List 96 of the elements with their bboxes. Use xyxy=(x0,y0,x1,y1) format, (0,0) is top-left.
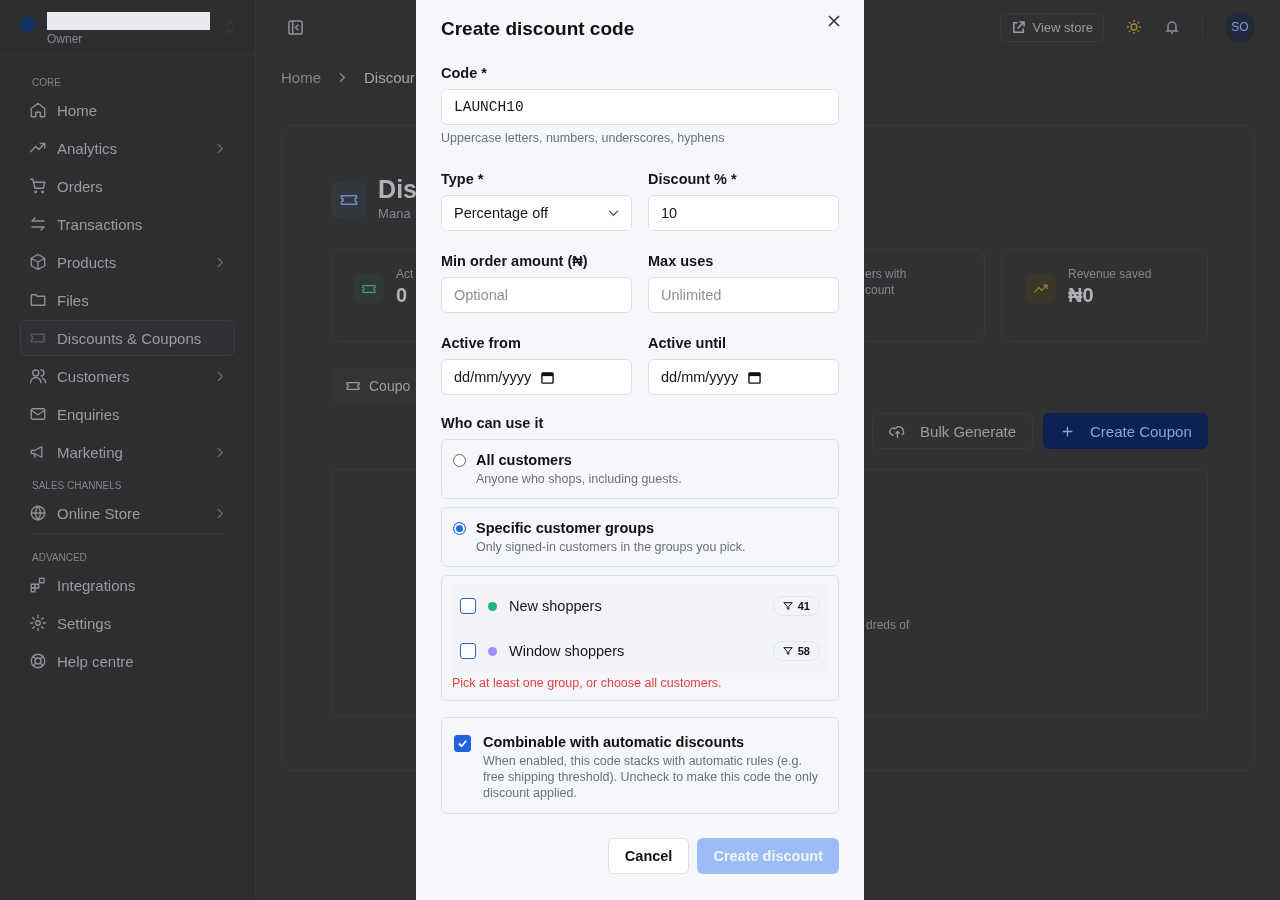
option-description: When enabled, this code stacks with automatic rules (e.g. free shipping threshold). Uncheck to make this code the only discount applied. xyxy=(483,753,819,801)
sidebar-item[interactable]: Settings xyxy=(20,605,235,641)
chevron-right-icon xyxy=(339,72,346,83)
code-field[interactable]: LAUNCH10 xyxy=(441,89,839,125)
store-role: Owner xyxy=(47,32,84,46)
gear-icon xyxy=(29,614,47,632)
bulk-generate-button[interactable]: Bulk Generate xyxy=(872,413,1033,449)
sidebar-item[interactable]: Orders xyxy=(20,168,235,204)
sidebar-item[interactable]: Help centre xyxy=(20,643,235,679)
sidebar-item[interactable]: Discounts & Coupons xyxy=(20,320,235,356)
stat-label: Revenue saved xyxy=(1068,266,1152,282)
breadcrumb-link[interactable]: Home xyxy=(281,69,321,86)
stat-label: count xyxy=(865,282,896,298)
option-title: Combinable with automatic discounts xyxy=(483,734,746,750)
type-select[interactable]: Percentage off xyxy=(441,195,632,231)
close-icon[interactable] xyxy=(828,14,840,27)
field-label: Max uses xyxy=(648,253,715,269)
sidebar-item[interactable]: Customers xyxy=(20,358,235,394)
calendar-icon xyxy=(748,370,762,384)
radio-button[interactable] xyxy=(453,454,466,467)
date-field[interactable]: dd/mm/yyyy xyxy=(441,359,632,395)
group-name: Window shoppers xyxy=(509,643,626,659)
sidebar-item[interactable]: Home xyxy=(20,92,235,128)
puzzle-icon xyxy=(29,576,47,594)
logo-icon xyxy=(20,16,35,32)
checkbox[interactable] xyxy=(460,598,476,614)
sidebar-item[interactable]: Files xyxy=(20,282,235,318)
dialog-title: Create discount code xyxy=(441,17,635,40)
calendar-icon xyxy=(541,370,555,384)
group-name: New shoppers xyxy=(509,598,603,614)
sidebar-item[interactable]: Marketing xyxy=(20,434,235,470)
field-label: Min order amount (₦) xyxy=(441,253,589,269)
external-link-icon xyxy=(1010,19,1026,35)
plus-icon xyxy=(1061,424,1074,438)
empty-state-text: dreds of xyxy=(866,618,911,634)
date-field[interactable]: dd/mm/yyyy xyxy=(648,359,839,395)
nav-section-heading: SALES CHANNELS xyxy=(31,479,123,493)
error-message: Pick at least one group, or choose all customers. xyxy=(452,676,723,690)
cart-icon xyxy=(29,177,47,195)
mail-icon xyxy=(29,405,47,423)
sidebar-item[interactable]: Transactions xyxy=(20,206,235,242)
globe-icon xyxy=(29,504,47,522)
cancel-button[interactable]: Cancel xyxy=(607,838,690,874)
option-title: All customers xyxy=(476,452,573,468)
combinable-option[interactable]: Combinable with automatic discounts When enabled, this code stacks with automatic rules (e.g. free shipping threshold). Uncheck to make this code the only discount applied. xyxy=(441,717,839,814)
home-icon xyxy=(29,101,47,119)
breadcrumb-current: Discour xyxy=(364,69,415,86)
ticket-icon xyxy=(331,181,367,219)
folder-icon xyxy=(29,291,47,309)
trend-up-icon xyxy=(1026,274,1056,304)
stat-value: 0 xyxy=(396,284,409,307)
checkbox[interactable] xyxy=(460,643,476,659)
stat-label: ers with xyxy=(865,266,907,282)
sidebar-item[interactable]: Products xyxy=(20,244,235,280)
field-hint: Uppercase letters, numbers, underscores, hyphens xyxy=(441,131,726,145)
audience-option[interactable]: Specific customer groups Only signed-in customers in the groups you pick. xyxy=(441,507,839,567)
bell-icon[interactable] xyxy=(1164,19,1180,35)
stat-label: Act xyxy=(396,266,414,282)
radio-button[interactable] xyxy=(453,522,466,535)
sidebar-item[interactable]: Integrations xyxy=(20,567,235,603)
field-label: Discount % * xyxy=(648,171,738,187)
users-icon xyxy=(29,367,47,385)
field-label: Active from xyxy=(441,335,522,351)
discount-field[interactable]: 10 xyxy=(648,195,839,231)
sidebar-item[interactable]: Analytics xyxy=(20,130,235,166)
page-subtitle: Mana xyxy=(378,206,412,221)
swap-icon xyxy=(29,215,47,233)
view-store-button[interactable]: View store xyxy=(999,12,1104,42)
sun-icon[interactable] xyxy=(1126,19,1142,35)
group-row[interactable]: New shoppers 41 xyxy=(452,584,828,628)
check-icon xyxy=(457,738,468,749)
sidebar-item[interactable]: Online Store xyxy=(20,495,235,531)
field-label: Type * xyxy=(441,171,485,187)
option-description: Anyone who shops, including guests. xyxy=(476,471,682,487)
max-uses-field[interactable]: Unlimited xyxy=(648,277,839,313)
min-order-field[interactable]: Optional xyxy=(441,277,632,313)
section-label: Who can use it xyxy=(441,415,545,431)
stat-value: ₦0 xyxy=(1068,284,1095,307)
sidebar-toggle-icon[interactable] xyxy=(288,19,303,35)
create-coupon-button[interactable]: Create Coupon xyxy=(1043,413,1208,449)
audience-option[interactable]: All customers Anyone who shops, including guests. xyxy=(441,439,839,499)
nav-section-heading: ADVANCED xyxy=(31,551,88,565)
option-description: Only signed-in customers in the groups you pick. xyxy=(476,539,746,555)
field-label: Code * xyxy=(441,65,488,81)
page-title: Dis xyxy=(378,175,417,204)
chevron-down-icon xyxy=(608,209,619,217)
field-label: Active until xyxy=(648,335,728,351)
lifebuoy-icon xyxy=(29,652,47,670)
option-title: Specific customer groups xyxy=(476,520,656,536)
sidebar-item[interactable]: Enquiries xyxy=(20,396,235,432)
nav-section-heading: CORE xyxy=(31,76,62,90)
checkbox[interactable] xyxy=(454,735,471,752)
box-icon xyxy=(29,253,47,271)
ticket-icon xyxy=(354,274,384,304)
user-avatar[interactable]: SO xyxy=(1225,12,1255,42)
group-row[interactable]: Window shoppers 58 xyxy=(452,629,828,673)
